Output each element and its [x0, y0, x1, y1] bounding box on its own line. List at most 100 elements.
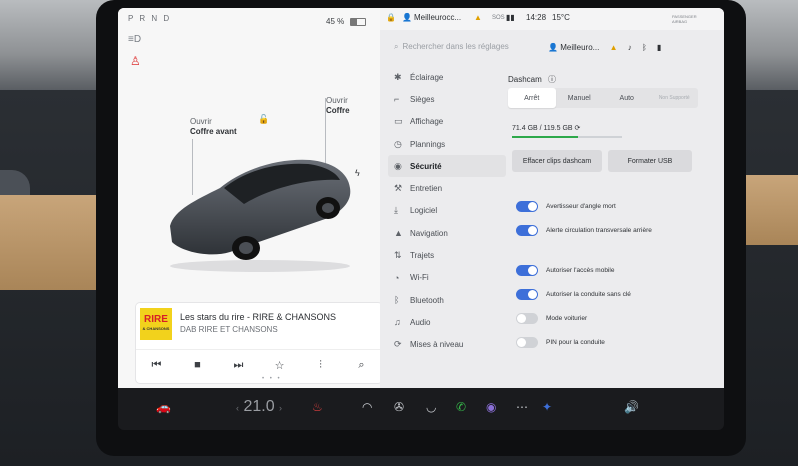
- dashcam-option-3: Non Supporté: [658, 95, 690, 101]
- lte-signal-icon: ▮▮: [506, 13, 515, 22]
- toggle-knob: [528, 201, 537, 211]
- nav-item-2[interactable]: ▭ Affichage: [388, 111, 506, 133]
- trips-icon: ⇅: [394, 250, 402, 261]
- nav-item-5[interactable]: ⚒ Entretien: [388, 177, 506, 199]
- cabin-temperature[interactable]: ‹ 21.0 ›: [236, 398, 282, 416]
- nav-item-3[interactable]: ◷ Plannings: [388, 133, 506, 155]
- search-icon: ⌕: [394, 42, 399, 51]
- previous-icon[interactable]: ⏮: [147, 359, 167, 372]
- profile-icon: 👤: [548, 43, 558, 52]
- headlight-icon: ≡D: [128, 34, 142, 45]
- battery-icon: [350, 18, 366, 26]
- nav-item-4[interactable]: ◉ Sécurité: [388, 155, 506, 178]
- audio-icon: ♫: [394, 317, 401, 328]
- nav-item-label: Mises à niveau: [410, 340, 464, 350]
- nav-item-9[interactable]: ◔ Wi-Fi: [388, 267, 506, 289]
- fan-icon[interactable]: ✇: [394, 400, 404, 414]
- toggle-row-1: Alerte circulation transversale arrière: [516, 222, 652, 238]
- nav-item-label: Éclairage: [410, 72, 444, 82]
- refresh-icon[interactable]: ⟳: [575, 125, 581, 132]
- app-launcher-icon[interactable]: ✦: [542, 400, 552, 414]
- search-icon[interactable]: ⌕: [352, 359, 372, 372]
- download-icon: ⤓: [394, 205, 398, 216]
- display-icon: ▭: [394, 116, 403, 127]
- volume-icon[interactable]: 🔊: [624, 400, 639, 414]
- dashcam-option-1[interactable]: Manuel: [556, 88, 604, 108]
- temp-down-icon[interactable]: ‹: [236, 403, 239, 413]
- nav-item-10[interactable]: ᛒ Bluetooth: [388, 289, 506, 311]
- defrost-rear-icon[interactable]: ◡: [426, 400, 436, 414]
- profile-row[interactable]: 👤 Meilleuro... ▲ ♪ ᛒ ▮: [548, 43, 661, 52]
- settings-search[interactable]: ⌕ Rechercher dans les réglages: [394, 42, 524, 56]
- storage-used: [512, 136, 578, 138]
- signal-icon: ▮: [657, 43, 662, 52]
- toggle-row-5: PIN pour la conduite: [516, 334, 605, 350]
- seatbelt-warning-icon: ♙: [130, 54, 141, 68]
- unlock-icon[interactable]: 🔓: [258, 114, 269, 125]
- toggle-label: Autoriser l'accès mobile: [546, 266, 615, 274]
- format-usb-button[interactable]: Formater USB: [608, 150, 692, 172]
- camera-icon[interactable]: ◉: [486, 400, 496, 414]
- car-illustration: [170, 159, 351, 272]
- toggle-knob: [517, 313, 526, 323]
- nav-item-1[interactable]: ⌐ Sièges: [388, 88, 506, 110]
- navigation-icon: ▲: [394, 228, 403, 239]
- nav-item-label: Affichage: [410, 117, 444, 127]
- profile-name[interactable]: Meilleurocc...: [414, 13, 461, 22]
- toggle-switch[interactable]: [516, 200, 538, 212]
- defrost-front-icon[interactable]: ◠: [362, 400, 372, 414]
- toggle-knob: [528, 289, 537, 299]
- nav-item-7[interactable]: ▲ Navigation: [388, 222, 506, 244]
- info-icon[interactable]: ⓘ: [548, 75, 556, 84]
- dashcam-option-0[interactable]: Arrêt: [508, 88, 556, 108]
- update-icon: ⟳: [394, 339, 402, 350]
- warning-icon: ▲: [609, 43, 618, 52]
- toggle-label: Avertisseur d'angle mort: [546, 202, 616, 210]
- lock-status-icon[interactable]: 🔒: [386, 13, 396, 22]
- temp-up-icon[interactable]: ›: [279, 403, 282, 413]
- toggle-switch[interactable]: [516, 288, 538, 300]
- warning-icon: ▲: [474, 13, 482, 22]
- page-indicator: • • •: [262, 376, 282, 382]
- clear-dashcam-button[interactable]: Effacer clips dashcam: [512, 150, 602, 172]
- toggle-switch[interactable]: [516, 336, 538, 348]
- toggle-switch[interactable]: [516, 312, 538, 324]
- toggle-switch[interactable]: [516, 264, 538, 276]
- nav-item-6[interactable]: ⤓ Logiciel: [388, 200, 506, 222]
- nav-item-label: Bluetooth: [410, 295, 444, 305]
- toggle-knob: [528, 225, 537, 235]
- security-settings: Dashcam ⓘ Arrêt Manuel Auto Non Supporté 71…: [508, 66, 718, 382]
- clock: 14:28: [526, 13, 547, 22]
- station-logo: RIRE & CHANSONS: [140, 308, 172, 340]
- car-icon[interactable]: 🚗: [156, 400, 171, 414]
- nav-item-label: Sièges: [410, 94, 435, 104]
- profile-icon: 👤: [402, 13, 412, 22]
- toggle-label: Autoriser la conduite sans clé: [546, 290, 631, 298]
- outside-temperature: 15°C: [552, 13, 570, 22]
- toggle-label: Mode voiturier: [546, 314, 588, 322]
- nav-item-label: Sécurité: [410, 161, 442, 171]
- nav-item-11[interactable]: ♫ Audio: [388, 311, 506, 333]
- nav-item-12[interactable]: ⟳ Mises à niveau: [388, 334, 506, 356]
- phone-icon[interactable]: ✆: [456, 400, 466, 414]
- nav-item-label: Navigation: [410, 228, 448, 238]
- toggle-row-4: Mode voiturier: [516, 310, 587, 326]
- stop-icon[interactable]: ■: [188, 359, 208, 371]
- media-player: RIRE & CHANSONS Les stars du rire - RIRE…: [136, 303, 382, 383]
- nav-item-8[interactable]: ⇅ Trajets: [388, 244, 506, 266]
- toggle-row-0: Avertisseur d'angle mort: [516, 198, 616, 214]
- wrench-icon: ⚒: [394, 183, 403, 194]
- equalizer-icon[interactable]: ⫶: [311, 359, 331, 372]
- toggle-row-2: Autoriser l'accès mobile: [516, 262, 614, 278]
- nav-item-0[interactable]: ✱ Éclairage: [388, 66, 506, 88]
- more-apps-icon[interactable]: ⋯: [516, 400, 528, 414]
- dashcam-option-2[interactable]: Auto: [603, 88, 651, 108]
- front-trunk-button[interactable]: Ouvrir Coffre avant: [190, 117, 237, 137]
- seat-heater-icon[interactable]: ♨: [312, 400, 323, 414]
- toggle-knob: [517, 337, 526, 347]
- toggle-switch[interactable]: [516, 224, 538, 236]
- next-icon[interactable]: ⏭: [229, 359, 249, 372]
- taskbar: 🚗 ‹ 21.0 › ♨ ◠ ✇ ◡ ✆ ◉ ⋯ ✦ 🔊: [118, 388, 724, 430]
- rear-trunk-button[interactable]: Ouvrir Coffre: [326, 96, 350, 116]
- favorite-star-icon[interactable]: ☆: [270, 359, 290, 372]
